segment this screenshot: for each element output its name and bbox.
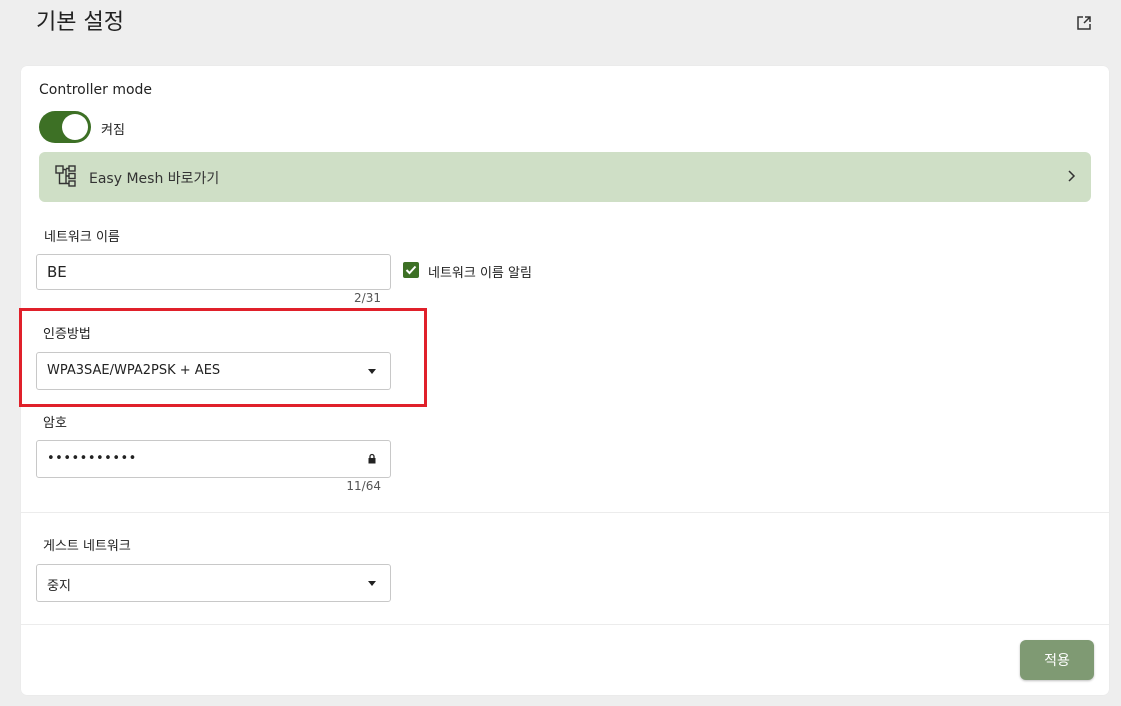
broadcast-name-label: 네트워크 이름 알림 [428, 266, 532, 281]
section-divider [21, 512, 1109, 513]
controller-mode-label: Controller mode [39, 82, 153, 98]
auth-method-label: 인증방법 [43, 327, 91, 342]
password-counter: 11/64 [346, 479, 381, 493]
export-button[interactable] [1073, 12, 1095, 34]
controller-mode-toggle[interactable] [39, 111, 91, 143]
auth-method-value: WPA3SAE/WPA2PSK + AES [47, 363, 221, 378]
apply-button[interactable]: 적용 [1020, 640, 1094, 680]
network-name-field[interactable] [36, 254, 391, 290]
guest-network-select[interactable]: 중지 [36, 564, 391, 602]
check-icon [405, 265, 417, 275]
password-masked-value[interactable]: ••••••••••• [47, 451, 137, 466]
broadcast-name-checkbox[interactable] [403, 262, 419, 278]
lock-icon[interactable] [366, 453, 378, 465]
easymesh-label: Easy Mesh 바로가기 [89, 171, 220, 187]
basic-settings-card: Controller mode 켜짐 Easy Mesh 바로가기 네트워크 이… [21, 66, 1109, 695]
network-name-input[interactable] [37, 255, 390, 289]
controller-mode-state: 켜짐 [101, 123, 125, 138]
network-name-counter: 2/31 [354, 291, 381, 305]
caret-down-icon [368, 369, 376, 374]
toggle-knob [62, 114, 88, 140]
footer-divider [21, 624, 1109, 625]
caret-down-icon [368, 581, 376, 586]
guest-network-label: 게스트 네트워크 [43, 539, 131, 554]
page-title: 기본 설정 [36, 10, 124, 35]
guest-network-value: 중지 [47, 579, 71, 594]
auth-method-select[interactable]: WPA3SAE/WPA2PSK + AES [36, 352, 391, 390]
password-label: 암호 [43, 416, 67, 431]
password-field[interactable]: ••••••••••• [36, 440, 391, 478]
mesh-topology-icon [55, 165, 76, 187]
easymesh-shortcut[interactable]: Easy Mesh 바로가기 [39, 152, 1091, 202]
network-name-label: 네트워크 이름 [44, 230, 120, 245]
chevron-right-icon [1068, 170, 1076, 182]
export-icon [1077, 16, 1091, 30]
